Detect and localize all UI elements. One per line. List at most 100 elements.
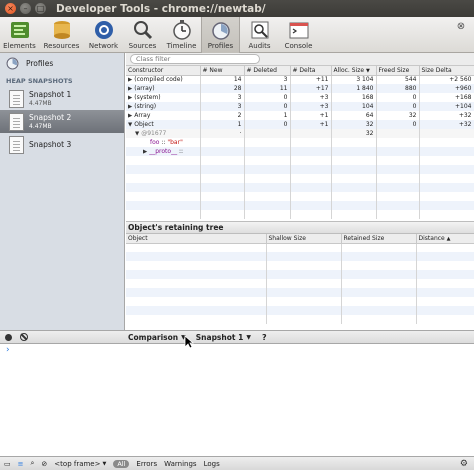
column-header-retained-size[interactable]: Retained Size [341,234,417,244]
base-snapshot-select[interactable]: Snapshot 1 ▼ [193,333,254,342]
table-row[interactable]: ▼ Object 1 0 +1 32 0 +32 [126,120,474,129]
column-header-size-delta[interactable]: Size Delta [419,66,474,76]
tab-audits[interactable]: Audits [240,17,279,53]
audits-icon [251,21,268,39]
column-header-object[interactable]: Object [126,234,267,244]
sidebar-item-snapshot-3[interactable]: Snapshot 3 [0,133,124,156]
console-drawer[interactable]: › [0,344,474,456]
cell-deleted: 11 [244,84,291,93]
close-devtools-icon[interactable]: ⊗ [454,21,468,35]
tab-sources[interactable]: Sources [123,17,162,53]
constructor-name: (compiled code) [134,76,183,84]
column-header-constructor[interactable]: Constructor [126,66,201,76]
table-row[interactable]: ▶ (string) 3 0 +3 104 0 +104 [126,102,474,111]
profiles-sidebar: Profiles HEAP SNAPSHOTS Snapshot 1 4.47M… [0,53,125,330]
clear-console-icon[interactable]: ⊘ [41,460,47,468]
filter-errors-button[interactable]: Errors [136,460,157,468]
expand-triangle-icon[interactable]: ▶ [143,149,147,155]
expand-triangle-icon[interactable]: ▶ [128,95,132,101]
help-button[interactable]: ? [262,333,267,342]
filter-logs-button[interactable]: Logs [204,460,220,468]
window-minimize-button[interactable]: – [20,3,31,14]
table-row[interactable]: ▶ (system) 3 0 +3 168 0 +168 [126,93,474,102]
property-value: "bar" [167,139,183,146]
cell-delta: +3 [290,93,332,102]
constructor-name: (system) [134,94,161,101]
tab-audits-label: Audits [248,42,271,50]
cell-delta: +11 [290,75,332,84]
cell-new: 3 [200,102,245,111]
cell-deleted: 0 [244,102,291,111]
expand-triangle-icon[interactable]: ▶ [128,86,132,92]
tab-console[interactable]: Console [279,17,318,53]
column-header-distance[interactable]: Distance ▲ [416,234,474,244]
window-maximize-button[interactable]: □ [35,3,46,14]
column-header-shallow-size[interactable]: Shallow Size [266,234,342,244]
dock-icon[interactable]: ▭ [4,460,11,468]
tab-timeline[interactable]: Timeline [162,17,201,53]
retaining-tree-header: Object's retaining tree [126,222,474,234]
profiles-icon [6,57,19,69]
tab-elements[interactable]: Elements [0,17,39,53]
cell-alloc-size: 3 104 [331,75,377,84]
mouse-cursor-icon [184,335,194,349]
window-close-button[interactable]: × [5,3,16,14]
empty-row [126,201,474,210]
cell-alloc-size: 1 840 [331,84,377,93]
clear-profiles-button[interactable] [16,331,32,343]
chevron-down-icon: ▼ [102,460,107,467]
sidebar-item-snapshot-1[interactable]: Snapshot 1 4.47MB [0,87,124,110]
sidebar-profiles-header[interactable]: Profiles [0,53,124,73]
cell-new: 2 [200,111,245,120]
expand-triangle-icon[interactable]: ▶ [128,104,132,110]
tab-elements-label: Elements [3,42,36,50]
view-select[interactable]: Comparison ▼ [125,333,189,342]
property-row[interactable]: foo :: "bar" [126,138,474,147]
class-filter-input[interactable] [130,54,260,64]
record-button[interactable] [0,331,16,343]
table-row[interactable]: ▶ (array) 28 11 +17 1 840 880 +960 [126,84,474,93]
column-header-delta[interactable]: # Delta [290,66,332,76]
column-header-deleted[interactable]: # Deleted [244,66,291,76]
expand-triangle-icon[interactable]: ▶ [128,113,132,119]
filter-all-button[interactable]: All [113,459,130,468]
cell-delta: +1 [290,120,332,129]
column-header-alloc-size[interactable]: Alloc. Size ▼ [331,66,377,76]
cell-alloc-size: 168 [331,93,377,102]
tab-network[interactable]: Network [84,17,123,53]
column-header-freed-size[interactable]: Freed Size [376,66,420,76]
console-prompt[interactable]: › [6,345,474,355]
frame-select[interactable]: <top frame> ▼ [54,460,106,468]
bottom-bar: ▭ ≡ ⌕ ⊘ <top frame> ▼ All Errors Warning… [0,456,474,470]
snapshot-size: 4.47MB [29,123,52,130]
tab-resources[interactable]: Resources [39,17,84,53]
object-instance-row[interactable]: ▼ @91677 · 32 [126,129,474,138]
property-row[interactable]: ▶ __proto__ :: [126,147,474,156]
cell-alloc-size: 104 [331,102,377,111]
empty-row [126,183,474,192]
filter-warnings-button[interactable]: Warnings [164,460,196,468]
constructor-name: (array) [134,85,155,92]
snapshot-size: 4.47MB [29,100,52,107]
console-toggle-icon[interactable]: ≡ [18,460,24,468]
sidebar-profiles-label: Profiles [26,58,54,68]
table-row[interactable]: ▶ Array 2 1 +1 64 32 +32 [126,111,474,120]
tab-profiles[interactable]: Profiles [201,17,240,53]
cell-new: · [200,129,245,138]
tab-sources-label: Sources [128,42,157,50]
cell-freed-size: 880 [376,84,420,93]
frame-select-value: <top frame> [54,459,101,468]
table-row[interactable]: ▶ (compiled code) 14 3 +11 3 104 544 +2 5… [126,75,474,84]
search-icon[interactable]: ⌕ [31,459,35,468]
empty-row [126,279,474,288]
empty-row [126,210,474,219]
sidebar-item-snapshot-2[interactable]: Snapshot 2 4.47MB [0,110,124,133]
snapshot-title: Snapshot 3 [29,140,72,149]
column-header-new[interactable]: # New [200,66,245,76]
gear-icon[interactable]: ⚙ [460,459,468,469]
collapse-triangle-icon[interactable]: ▼ [135,131,139,137]
cell-freed-size: 0 [376,93,420,102]
collapse-triangle-icon[interactable]: ▼ [128,122,132,128]
sort-desc-icon: ▼ [365,67,370,74]
expand-triangle-icon[interactable]: ▶ [128,77,132,83]
